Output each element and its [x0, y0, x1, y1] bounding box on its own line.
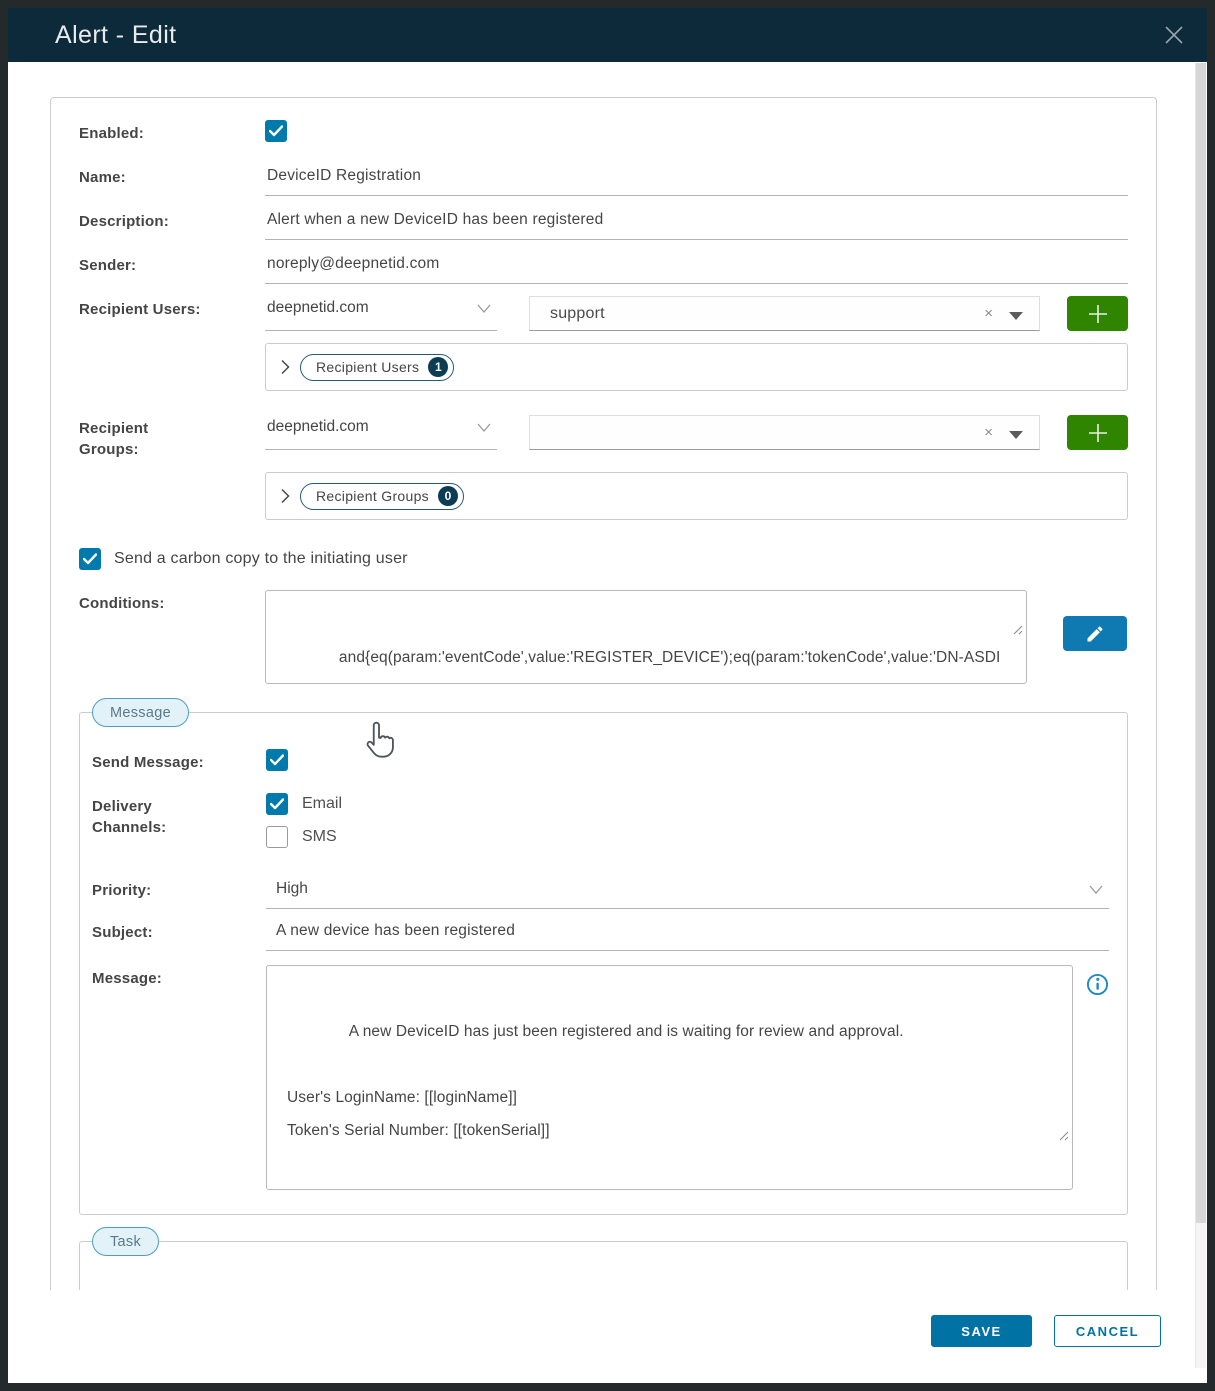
conditions-label: Conditions: [79, 590, 265, 614]
cc-label: Send a carbon copy to the initiating use… [114, 550, 408, 568]
name-row: Name: DeviceID Registration [79, 164, 1128, 196]
recipient-users-expander: Recipient Users 1 [265, 343, 1128, 391]
alert-form-card: Enabled: Name: DeviceID Registration Des… [50, 97, 1157, 1290]
recipient-groups-count-badge: 0 [438, 486, 458, 506]
cancel-button[interactable]: CANCEL [1054, 1315, 1161, 1347]
recipient-groups-row: Recipient Groups: deepnetid.com × [79, 415, 1128, 460]
channel-email-option: Email [266, 793, 1109, 815]
recipient-users-expander-row: Recipient Users 1 [79, 343, 1128, 391]
modal-footer: SAVE CANCEL [8, 1290, 1207, 1383]
recipient-users-count-badge: 1 [428, 357, 448, 377]
delivery-channels-row: Delivery Channels: Email SMS [92, 793, 1109, 859]
email-checkbox[interactable] [266, 793, 288, 815]
enabled-row: Enabled: [79, 120, 1128, 144]
chevron-down-icon [477, 304, 491, 313]
name-input[interactable]: DeviceID Registration [265, 164, 1128, 196]
conditions-row: Conditions: and{eq(param:'eventCode',val… [79, 590, 1128, 684]
recipient-users-domain-value: deepnetid.com [267, 298, 477, 318]
resize-grip-icon[interactable] [951, 590, 1023, 680]
task-section-pill: Task [92, 1227, 159, 1256]
message-body-row: Message: A new DeviceID has just been re… [92, 965, 1109, 1190]
sender-label: Sender: [79, 252, 265, 276]
channel-sms-option: SMS [266, 826, 1109, 848]
modal-header: Alert - Edit [8, 8, 1207, 62]
sms-checkbox[interactable] [266, 826, 288, 848]
dropdown-arrow-icon[interactable] [1009, 431, 1023, 439]
recipient-groups-label: Recipient Groups: [79, 415, 265, 460]
recipient-groups-combobox[interactable]: × [529, 415, 1040, 450]
delivery-channels-label: Delivery Channels: [92, 793, 266, 838]
recipient-users-label: Recipient Users: [79, 296, 265, 320]
expand-chevron-icon[interactable] [280, 488, 290, 504]
cc-checkbox[interactable] [79, 548, 101, 570]
recipient-groups-domain-select[interactable]: deepnetid.com [265, 415, 497, 450]
modal-title: Alert - Edit [55, 21, 177, 50]
enabled-checkbox[interactable] [265, 120, 287, 142]
message-section-pill: Message [92, 698, 189, 727]
alert-edit-modal: Alert - Edit Enabled: Name: DeviceID Reg… [8, 8, 1207, 1383]
message-section: Message Send Message: Delivery Channels: [79, 712, 1128, 1215]
dropdown-arrow-icon[interactable] [1009, 312, 1023, 320]
subject-row: Subject: A new device has been registere… [92, 919, 1109, 951]
save-button[interactable]: SAVE [931, 1315, 1032, 1347]
name-label: Name: [79, 164, 265, 188]
scrollbar-thumb[interactable] [1196, 63, 1206, 1223]
priority-select[interactable]: High [266, 877, 1109, 909]
add-recipient-group-button[interactable] [1067, 415, 1128, 450]
recipient-groups-domain-value: deepnetid.com [267, 417, 477, 437]
chevron-down-icon [477, 423, 491, 432]
task-section: Task Execute Task: [79, 1241, 1128, 1290]
edit-conditions-button[interactable] [1063, 616, 1127, 651]
plus-icon [1087, 422, 1109, 444]
priority-label: Priority: [92, 877, 266, 901]
clear-icon[interactable]: × [974, 424, 1003, 441]
send-message-row: Send Message: [92, 749, 1109, 773]
message-body-label: Message: [92, 965, 266, 989]
recipient-groups-expander: Recipient Groups 0 [265, 472, 1128, 520]
scrollbar-track[interactable] [1195, 63, 1206, 1368]
enabled-label: Enabled: [79, 120, 265, 144]
recipient-users-selection: support [550, 305, 974, 323]
add-recipient-user-button[interactable] [1067, 296, 1128, 331]
subject-input[interactable]: A new device has been registered [266, 919, 1109, 951]
close-icon[interactable] [1161, 22, 1187, 48]
sms-option-label: SMS [302, 828, 337, 846]
info-icon[interactable] [1086, 973, 1109, 1001]
modal-body-scroll-area: Enabled: Name: DeviceID Registration Des… [8, 62, 1207, 1290]
conditions-textarea[interactable]: and{eq(param:'eventCode',value:'REGISTER… [265, 590, 1027, 684]
clear-icon[interactable]: × [974, 305, 1003, 322]
recipient-groups-pill[interactable]: Recipient Groups 0 [300, 483, 464, 510]
description-row: Description: Alert when a new DeviceID h… [79, 208, 1128, 240]
recipient-users-row: Recipient Users: deepnetid.com support × [79, 296, 1128, 331]
sender-row: Sender: noreply@deepnetid.com [79, 252, 1128, 284]
send-message-checkbox[interactable] [266, 749, 288, 771]
recipient-users-combobox[interactable]: support × [529, 296, 1040, 331]
expand-chevron-icon[interactable] [280, 359, 290, 375]
recipient-users-domain-select[interactable]: deepnetid.com [265, 296, 497, 331]
recipient-groups-expander-row: Recipient Groups 0 [79, 472, 1128, 520]
description-label: Description: [79, 208, 265, 232]
recipient-groups-pill-label: Recipient Groups [316, 488, 429, 504]
sender-input[interactable]: noreply@deepnetid.com [265, 252, 1128, 284]
description-input[interactable]: Alert when a new DeviceID has been regis… [265, 208, 1128, 240]
priority-row: Priority: High [92, 877, 1109, 909]
plus-icon [1087, 303, 1109, 325]
send-message-label: Send Message: [92, 749, 266, 773]
recipient-users-pill-label: Recipient Users [316, 359, 419, 375]
recipient-users-pill[interactable]: Recipient Users 1 [300, 354, 454, 381]
resize-grip-icon[interactable] [988, 1087, 1069, 1186]
subject-label: Subject: [92, 919, 266, 943]
priority-value: High [276, 879, 1089, 899]
cc-row: Send a carbon copy to the initiating use… [79, 548, 1128, 570]
pencil-icon [1085, 624, 1105, 644]
message-textarea[interactable]: A new DeviceID has just been registered … [266, 965, 1073, 1190]
chevron-down-icon [1089, 885, 1103, 894]
email-option-label: Email [302, 795, 342, 813]
